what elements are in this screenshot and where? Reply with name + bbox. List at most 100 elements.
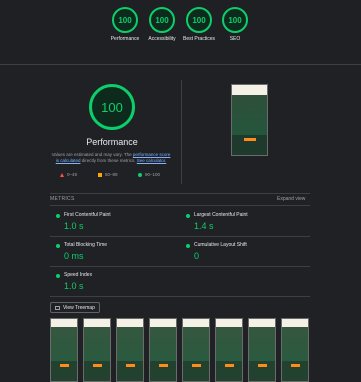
frame-button [125,364,135,367]
screenshot-hero [232,95,267,135]
frame-button [224,364,234,367]
divider [50,296,310,297]
frame-hero [51,327,77,361]
frame-hero [183,327,209,361]
score-legend: 0–49 50–89 90–100 [60,172,170,180]
pass-circle-icon [56,244,60,248]
pass-circle-icon [56,274,60,278]
desc-text: directly from these metrics. [80,158,137,163]
filmstrip-frame[interactable] [83,318,111,382]
metric-tbt: Total Blocking Time 0 ms [50,240,180,266]
score-value: 100 [155,15,169,25]
gauge-performance[interactable]: 100 Performance [105,7,145,42]
gauge-seo[interactable]: 100 SEO [215,7,255,42]
pass-circle-icon [186,214,190,218]
final-screenshot[interactable] [231,84,268,156]
screenshot-header [232,85,267,95]
frame-hero [84,327,110,361]
performance-title: Performance [86,137,138,147]
category-summary-bar: 100 Performance 100 Accessibility 100 Be… [0,0,361,62]
frame-header [51,319,77,327]
filmstrip-frame[interactable] [116,318,144,382]
legend-average-label: 50–89 [105,172,118,177]
divider [50,236,310,237]
metric-name: First Contentful Paint [64,212,111,218]
screenshot-button [243,138,256,141]
frame-button [290,364,300,367]
divider [50,266,310,267]
frame-button [92,364,102,367]
filmstrip-frame[interactable] [50,318,78,382]
performance-gauge: 100 [89,84,135,130]
filmstrip-frame[interactable] [182,318,210,382]
divider [50,205,310,206]
view-treemap-label: View Treemap [63,304,95,311]
frame-header [183,319,209,327]
desc-text: Values are estimated and may vary. The [51,152,133,157]
frame-header [150,319,176,327]
filmstrip-frame[interactable] [215,318,243,382]
divider [50,193,310,194]
frame-header [216,319,242,327]
frame-button [158,364,168,367]
square-icon [98,172,102,177]
score-value: 100 [228,15,242,25]
metric-name: Total Blocking Time [64,242,108,248]
frame-hero [282,327,308,361]
filmstrip-frame[interactable] [281,318,309,382]
metric-value: 1.0 s [64,221,84,231]
gauge-label: Accessibility [148,36,176,42]
gauge-label: Performance [110,36,140,42]
metric-value: 1.4 s [194,221,214,231]
frame-header [282,319,308,327]
score-ring: 100 [149,7,175,33]
frame-hero [117,327,143,361]
metrics-heading: METRICS [50,196,75,202]
legend-fail: 0–49 [60,172,77,177]
metric-name: Cumulative Layout Shift [194,242,247,248]
metric-name: Speed Index [64,272,93,278]
legend-average: 50–89 [98,172,118,177]
frame-header [117,319,143,327]
gauge-best-practices[interactable]: 100 Best Practices [179,7,219,42]
score-ring: 100 [222,7,248,33]
legend-fail-label: 0–49 [67,172,78,177]
see-calculator-link[interactable]: See calculator. [137,158,167,163]
score-ring: 100 [186,7,212,33]
score-ring: 100 [112,7,138,33]
filmstrip [50,318,310,382]
frame-hero [150,327,176,361]
gauge-label: Best Practices [183,36,215,42]
metric-lcp: Largest Contentful Paint 1.4 s [180,210,310,236]
category-gauges: 100 Performance 100 Accessibility 100 Be… [105,7,255,61]
frame-header [84,319,110,327]
frame-hero [216,327,242,361]
filmstrip-frame[interactable] [149,318,177,382]
frame-hero [249,327,275,361]
frame-button [59,364,69,367]
vertical-divider [181,80,182,184]
score-value: 100 [192,15,206,25]
legend-pass: 90–100 [138,172,160,177]
gauge-accessibility[interactable]: 100 Accessibility [142,7,182,42]
score-value: 100 [118,15,132,25]
pass-circle-icon [56,214,60,218]
frame-header [249,319,275,327]
divider [0,64,361,65]
circle-icon [138,172,142,177]
view-treemap-button[interactable]: View Treemap [50,302,100,313]
frame-button [257,364,267,367]
metric-fcp: First Contentful Paint 1.0 s [50,210,180,236]
performance-description: Values are estimated and may vary. The p… [50,152,172,164]
metric-speed-index: Speed Index 1.0 s [50,270,180,296]
gauge-label: SEO [229,36,241,42]
treemap-icon [55,305,60,310]
filmstrip-frame[interactable] [248,318,276,382]
metric-name: Largest Contentful Paint [194,212,248,218]
expand-view-toggle[interactable]: Expand view [277,196,305,202]
performance-score: 100 [101,99,123,115]
triangle-icon [60,172,64,177]
frame-button [191,364,201,367]
pass-circle-icon [186,244,190,248]
metric-value: 1.0 s [64,281,84,291]
